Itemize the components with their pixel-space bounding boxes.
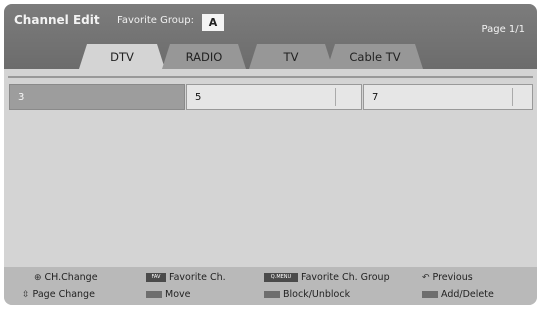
tab-tv[interactable]: TV [249, 44, 333, 69]
help-add-delete: Add/Delete [422, 289, 494, 300]
help-favorite-ch: FAV Favorite Ch. [146, 272, 226, 283]
channel-number: 7 [372, 92, 379, 103]
help-ch-change-label: CH.Change [44, 272, 98, 283]
red-key-icon [146, 291, 162, 298]
help-move-label: Move [165, 289, 191, 300]
help-block-label: Block/Unblock [283, 289, 351, 300]
channel-cell-5[interactable]: 5 [186, 84, 362, 110]
channel-list-divider [8, 76, 533, 78]
fav-key-icon: FAV [146, 273, 166, 282]
favorite-group-label: Favorite Group: [117, 15, 194, 26]
help-previous-label: Previous [432, 272, 473, 283]
help-page-change-label: Page Change [32, 289, 95, 300]
channel-cell-7[interactable]: 7 [363, 84, 533, 110]
favorite-group-selector[interactable]: A [202, 14, 224, 31]
channel-cell-3[interactable]: 3 [9, 84, 185, 110]
cell-divider [335, 88, 336, 106]
help-ch-change: ⊕ CH.Change [34, 272, 98, 283]
green-key-icon [264, 291, 280, 298]
qmenu-key-icon: Q.MENU [264, 273, 298, 282]
tab-dtv[interactable]: DTV [79, 44, 165, 69]
tab-radio[interactable]: RADIO [162, 44, 246, 69]
help-add-delete-label: Add/Delete [441, 289, 494, 300]
header-bar: Channel Edit Favorite Group: A Page 1/1 … [4, 4, 537, 69]
blue-key-icon [422, 291, 438, 298]
channel-edit-screen: Channel Edit Favorite Group: A Page 1/1 … [4, 4, 537, 305]
ch-change-icon: ⊕ [34, 272, 42, 283]
footer-help-bar: ⊕ CH.Change FAV Favorite Ch. Q.MENU Favo… [4, 267, 537, 305]
cell-divider [512, 88, 513, 106]
help-previous: ↶ Previous [422, 272, 473, 283]
channel-number: 5 [195, 92, 202, 103]
help-page-change: ⇳ Page Change [22, 289, 95, 300]
back-icon: ↶ [422, 272, 430, 283]
help-favorite-ch-label: Favorite Ch. [169, 272, 226, 283]
channel-number: 3 [18, 92, 25, 103]
help-block: Block/Unblock [264, 289, 350, 300]
help-favorite-group-label: Favorite Ch. Group [301, 272, 390, 283]
page-indicator: Page 1/1 [481, 24, 525, 35]
page-change-icon: ⇳ [22, 289, 30, 300]
tab-cable-tv[interactable]: Cable TV [327, 44, 423, 69]
help-move: Move [146, 289, 190, 300]
help-favorite-group: Q.MENU Favorite Ch. Group [264, 272, 390, 283]
page-title: Channel Edit [14, 13, 100, 27]
